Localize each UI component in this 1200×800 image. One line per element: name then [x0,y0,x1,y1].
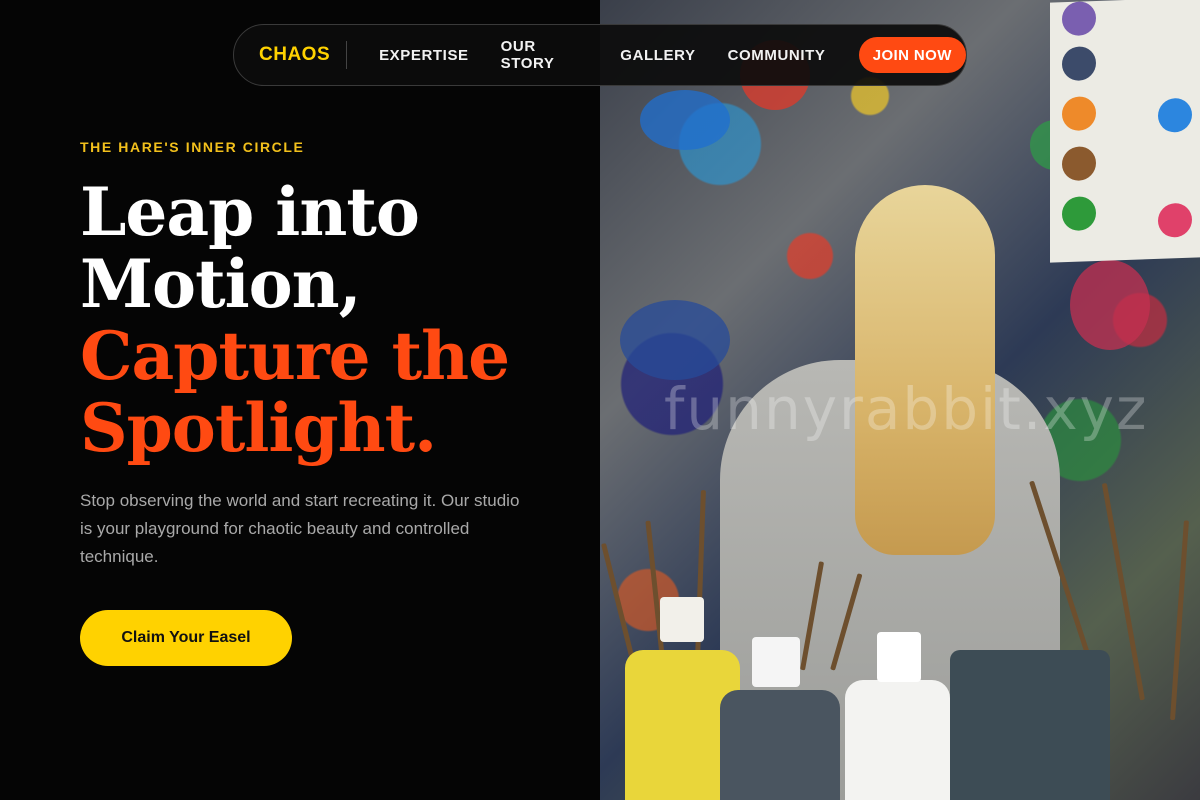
paint-jar [950,650,1110,800]
hero-photo: funnyrabbit.xyz [600,0,1200,800]
claim-your-easel-button[interactable]: Claim Your Easel [80,610,292,666]
paint-dot [1062,96,1096,132]
paintbrush [1170,520,1189,721]
headline-line-4: Spotlight. [80,389,437,467]
nav-link-community[interactable]: COMMUNITY [728,47,826,64]
paint-dot [1158,97,1192,133]
paint-splatter [640,90,730,150]
nav-divider [346,41,348,69]
hero-subtext: Stop observing the world and start recre… [80,491,520,566]
hero-headline: Leap into Motion, Capture the Spotlight. [80,173,510,467]
paint-dot [1062,1,1096,37]
paint-dot [1158,202,1192,238]
dot-painting-canvas [1050,0,1200,263]
paintbrush [601,542,635,661]
hero-eyebrow: THE HARE'S INNER CIRCLE [80,139,305,155]
brand-logo[interactable]: CHAOS [259,44,330,66]
nav-link-gallery[interactable]: GALLERY [620,47,695,64]
bottle-cap [877,632,921,682]
child-hair [855,185,995,555]
bottle-cap [752,637,800,687]
headline-line-2: Motion, [80,245,362,323]
grey-paint-bottle [720,690,840,800]
bottle-cap [660,597,704,642]
paint-splatter [1070,260,1150,350]
nav-link-our-story[interactable]: OUR STORY [501,38,589,72]
join-now-button[interactable]: JOIN NOW [858,37,966,73]
main-navigation: CHAOS EXPERTISE OUR STORY GALLERY COMMUN… [233,24,967,86]
paint-splatter [620,300,730,380]
watermark-text: funnyrabbit.xyz [664,375,1149,443]
headline-line-3: Capture the [80,317,510,395]
paint-dot [1062,146,1096,182]
paint-dot [1062,196,1096,232]
paint-dot [1062,46,1096,82]
headline-line-1: Leap into [80,173,420,251]
white-paint-bottle [845,680,950,800]
nav-link-expertise[interactable]: EXPERTISE [379,47,469,64]
